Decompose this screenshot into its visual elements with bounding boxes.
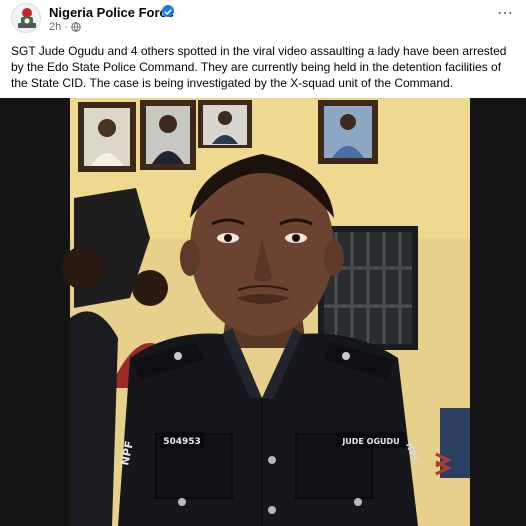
verified-badge-icon <box>162 5 174 17</box>
globe-icon <box>71 22 81 32</box>
service-number: 504953 <box>163 437 201 447</box>
post-photo[interactable]: 504953 JUDE OGUDU NPF NPF <box>0 98 526 526</box>
police-crest-icon <box>18 8 36 28</box>
post-meta: 2h · <box>49 21 81 33</box>
page-avatar[interactable] <box>11 3 41 33</box>
name-tag-text: JUDE OGUDU <box>341 437 399 446</box>
arrest-photo: 504953 JUDE OGUDU NPF NPF <box>0 98 526 526</box>
more-options-icon[interactable]: ⋯ <box>497 6 514 22</box>
meta-separator: · <box>64 21 68 33</box>
page-name[interactable]: Nigeria Police Force <box>49 5 174 20</box>
post-header: Nigeria Police Force 2h · ⋯ <box>0 0 526 38</box>
post-text: SGT Jude Ogudu and 4 others spotted in t… <box>11 44 507 90</box>
post-time[interactable]: 2h <box>49 21 61 33</box>
